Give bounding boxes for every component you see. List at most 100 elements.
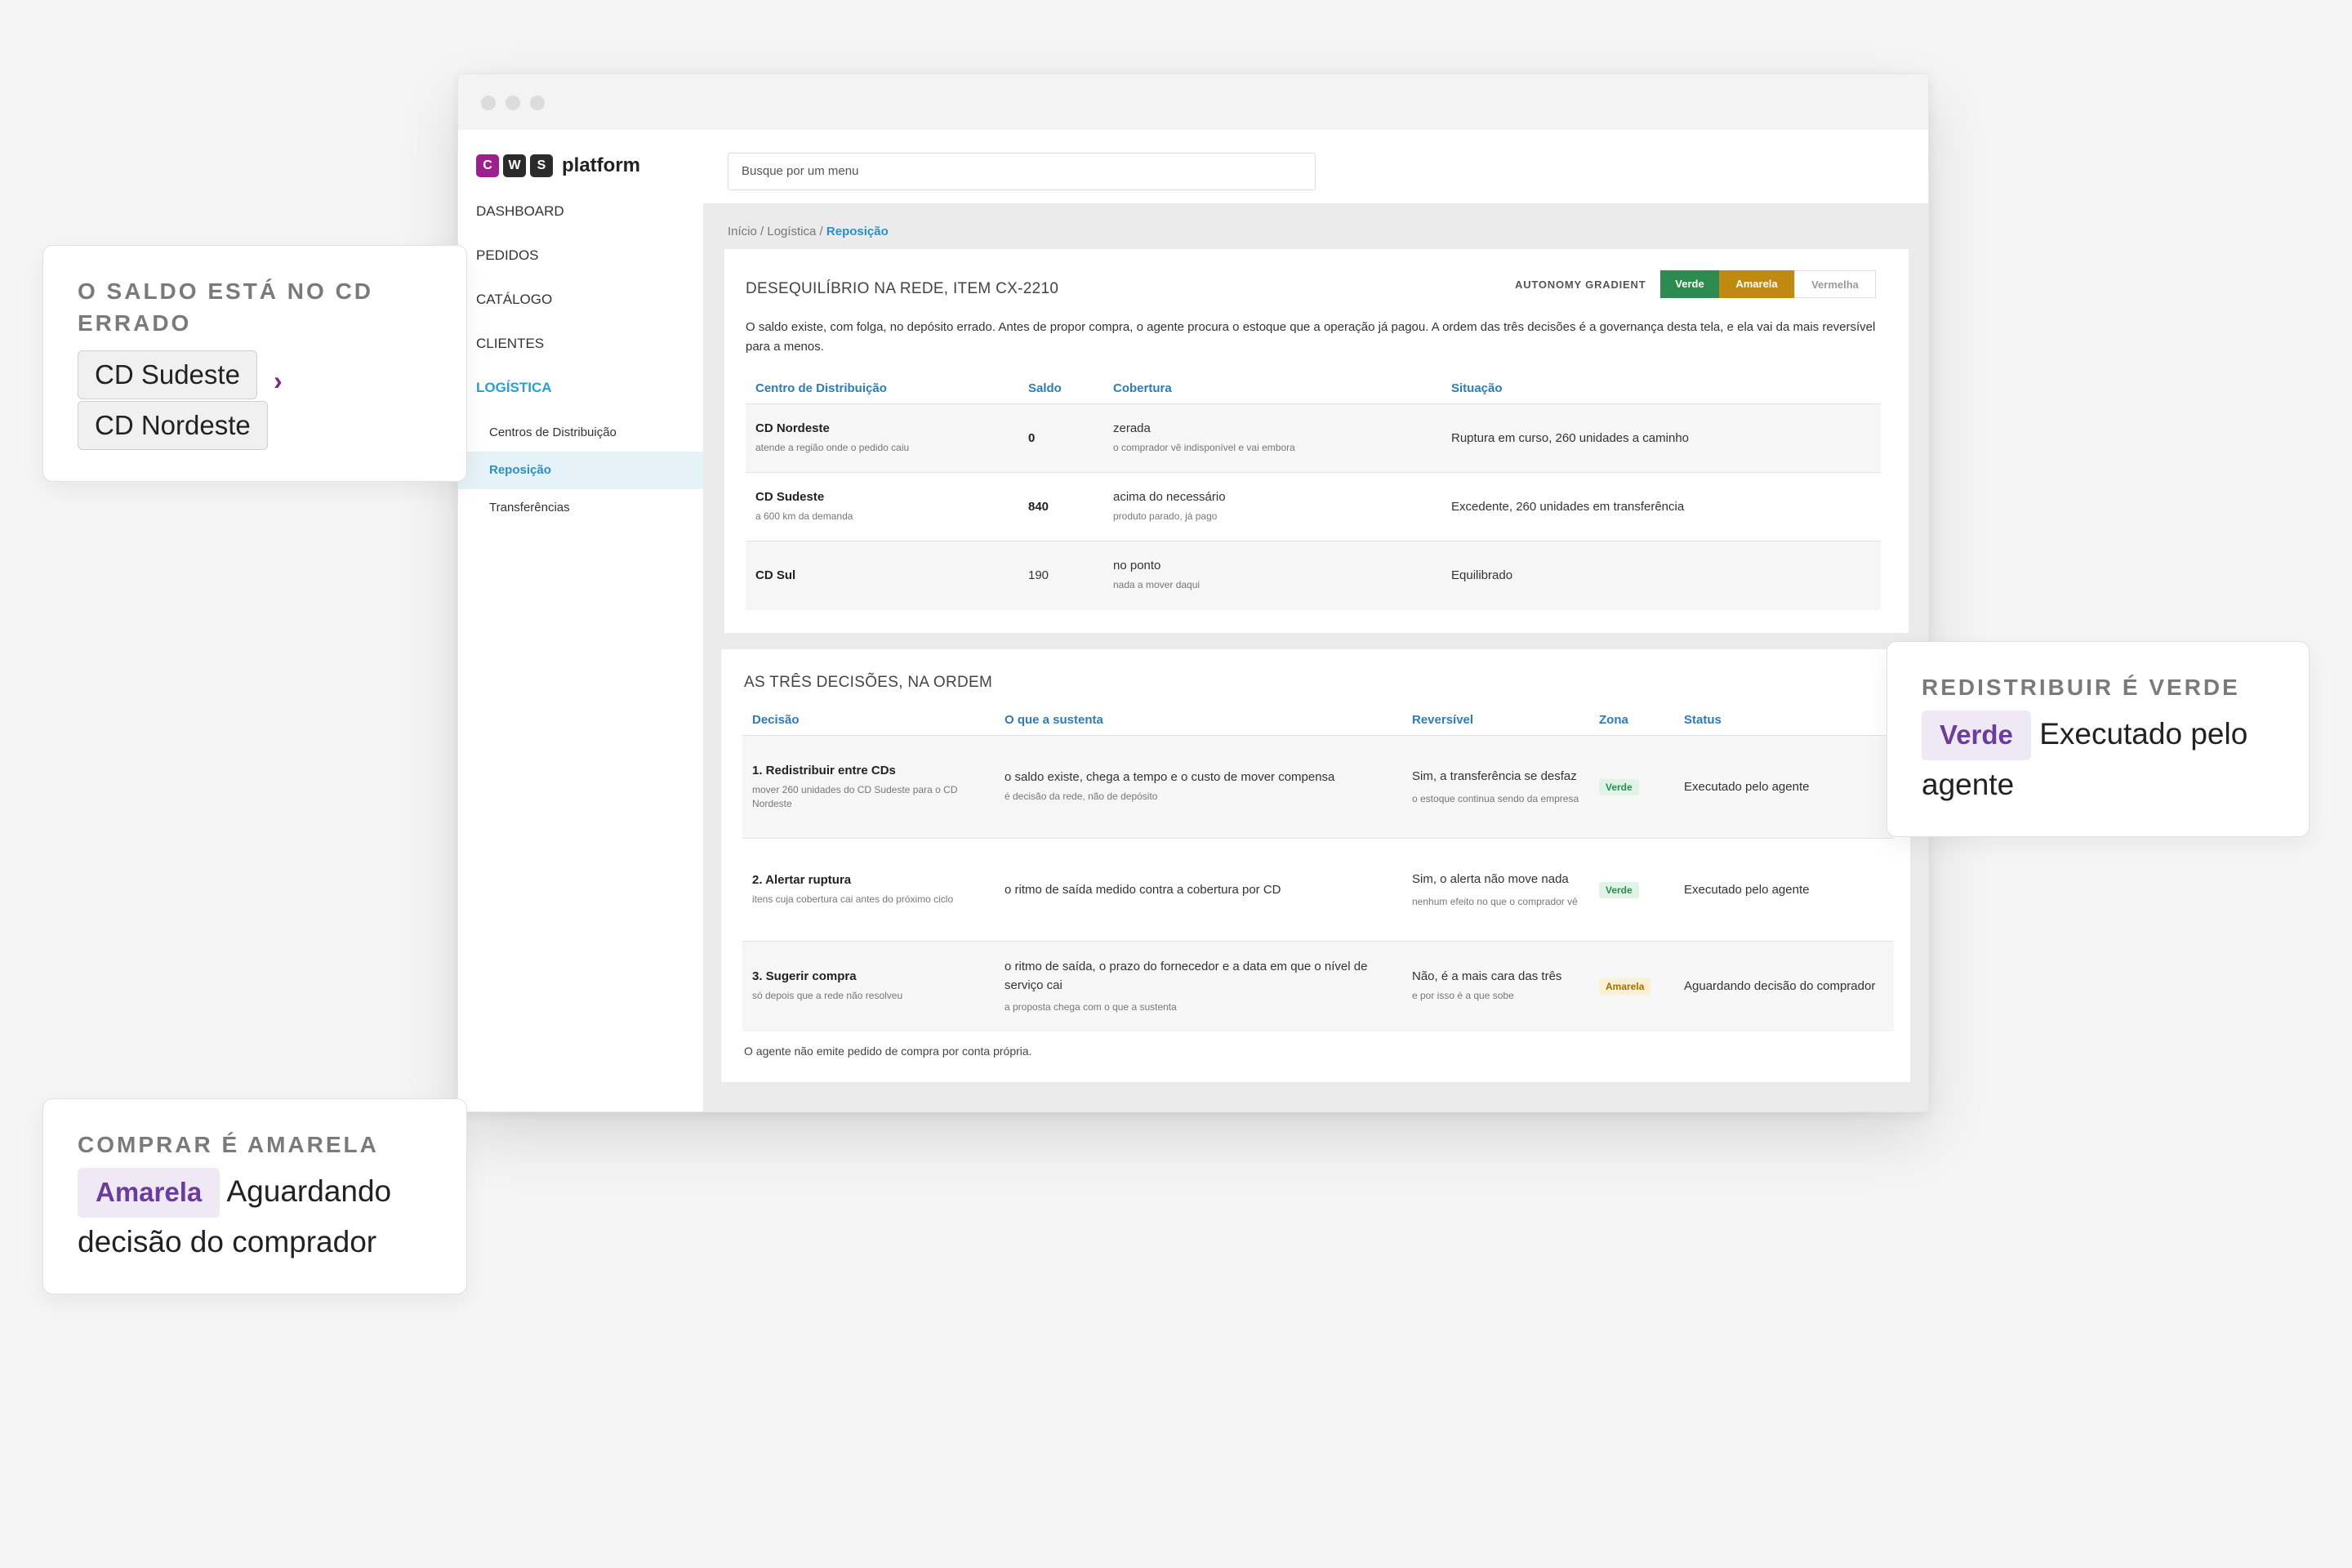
breadcrumb-current: Reposição — [826, 225, 889, 238]
table-row: CD Sul 190 no ponto nada a mover daqui Eq… — [746, 541, 1881, 610]
zona-badge: Verde — [1599, 778, 1639, 795]
decisions-title: AS TRÊS DECISÕES, NA ORDEM — [744, 674, 993, 691]
gradient-vermelha-button[interactable]: Vermelha — [1794, 270, 1876, 298]
imbalance-card: DESEQUILÍBRIO NA REDE, ITEM CX-2210 AUTO… — [724, 249, 1909, 633]
cd-name: CD Sul — [755, 568, 796, 583]
col-header-zona[interactable]: Zona — [1589, 700, 1674, 736]
sustenta-value: o ritmo de saída, o prazo do fornecedor … — [1004, 960, 1368, 992]
sidebar-subitem-reposicao[interactable]: Reposição — [489, 463, 551, 477]
decisao-name: 2. Alertar ruptura — [752, 873, 852, 888]
callout-comprar: COMPRAR É AMARELA Amarela Aguardando dec… — [42, 1098, 467, 1294]
col-header-situacao[interactable]: Situação — [1441, 368, 1881, 404]
col-header-reversivel[interactable]: Reversível — [1402, 700, 1589, 736]
reversivel-note: e por isso é a que sobe — [1412, 990, 1514, 1002]
status-value: Executado pelo agente — [1674, 735, 1894, 839]
status-value: Executado pelo agente — [1674, 838, 1894, 942]
cobertura-note: o comprador vê indisponível e vai embora — [1113, 442, 1295, 454]
decisao-name: 3. Sugerir compra — [752, 969, 857, 984]
cobertura-value: zerada — [1113, 421, 1151, 436]
table-row: CD Nordeste atende a região onde o pedido… — [746, 403, 1881, 473]
sidebar-item-clientes[interactable]: CLIENTES — [476, 336, 544, 352]
zona-badge: Amarela — [1599, 978, 1651, 995]
breadcrumb-path[interactable]: Início / Logística / — [728, 225, 826, 238]
sustenta-value: o saldo existe, chega a tempo e o custo … — [1004, 770, 1335, 785]
sidebar-subitem-centros[interactable]: Centros de Distribuição — [489, 425, 617, 439]
cobertura-value: no ponto — [1113, 559, 1161, 573]
gradient-verde-button[interactable]: Verde — [1660, 270, 1719, 298]
col-header-cobertura[interactable]: Cobertura — [1103, 368, 1441, 404]
sidebar-item-logistica[interactable]: LOGÍSTICA — [476, 380, 552, 396]
saldo-value: 190 — [1018, 541, 1103, 610]
chevron-right-icon: › — [273, 365, 283, 395]
imbalance-title: DESEQUILÍBRIO NA REDE, ITEM CX-2210 — [746, 280, 1059, 297]
zona-amarela-pill: Amarela — [78, 1168, 220, 1218]
reversivel-value: Não, é a mais cara das três — [1412, 969, 1562, 984]
zona-verde-pill: Verde — [1922, 710, 2031, 760]
window-minimize-dot[interactable] — [506, 96, 520, 110]
cobertura-value: acima do necessário — [1113, 490, 1226, 505]
callout-redistribuir-title: REDISTRIBUIR É VERDE — [1922, 675, 2240, 700]
decisao-note: mover 260 unidades do CD Sudeste para o … — [752, 783, 958, 809]
sidebar-subitem-transferencias[interactable]: Transferências — [489, 501, 570, 514]
window-close-dot[interactable] — [481, 96, 496, 110]
sustenta-note: é decisão da rede, não de depósito — [1004, 791, 1158, 803]
reversivel-value: Sim, a transferência se desfaz — [1412, 769, 1577, 784]
top-bar: Busque por um menu — [703, 130, 1928, 204]
zona-badge: Verde — [1599, 881, 1639, 898]
saldo-value: 840 — [1018, 472, 1103, 541]
sidebar: C W S platform DASHBOARD PEDIDOS CATÁLOG… — [458, 130, 703, 1111]
chip-cd-sudeste[interactable]: CD Sudeste — [78, 350, 257, 400]
imbalance-table: Centro de Distribuição Saldo Cobertura S… — [746, 368, 1881, 610]
main-content: Início / Logística / Reposição DESEQUILÍ… — [703, 203, 1928, 1111]
decisao-note: só depois que a rede não resolveu — [752, 990, 903, 1002]
decisions-footnote: O agente não emite pedido de compra por … — [744, 1044, 1032, 1058]
logo-letter-w: W — [503, 154, 526, 177]
col-header-status[interactable]: Status — [1674, 700, 1894, 736]
table-row: 3. Sugerir compra só depois que a rede nã… — [742, 941, 1894, 1031]
cobertura-note: produto parado, já pago — [1113, 510, 1218, 523]
callout-comprar-title: COMPRAR É AMARELA — [78, 1132, 379, 1157]
sidebar-item-pedidos[interactable]: PEDIDOS — [476, 247, 539, 264]
sidebar-item-dashboard[interactable]: DASHBOARD — [476, 203, 564, 220]
cobertura-note: nada a mover daqui — [1113, 579, 1200, 591]
decisao-name: 1. Redistribuir entre CDs — [752, 763, 896, 777]
decisions-card: AS TRÊS DECISÕES, NA ORDEM Decisão O que… — [721, 649, 1910, 1082]
status-value: Aguardando decisão do comprador — [1674, 941, 1894, 1031]
col-header-cd[interactable]: Centro de Distribuição — [746, 368, 1018, 404]
reversivel-note: nenhum efeito no que o comprador vê — [1412, 895, 1578, 907]
window-titlebar — [458, 74, 1928, 131]
callout-saldo-title: O SALDO ESTÁ NO CD ERRADO — [78, 278, 374, 336]
situacao-value: Excedente, 260 unidades em transferência — [1441, 472, 1881, 541]
col-header-decisao[interactable]: Decisão — [742, 700, 995, 736]
decisions-table: Decisão O que a sustenta Reversível Zona… — [742, 700, 1894, 1058]
situacao-value: Equilibrado — [1441, 541, 1881, 610]
table-row: 1. Redistribuir entre CDs mover 260 unida… — [742, 735, 1894, 839]
reversivel-note: o estoque continua sendo da empresa — [1412, 792, 1579, 804]
reversivel-value: Sim, o alerta não move nada — [1412, 872, 1569, 887]
situacao-value: Ruptura em curso, 260 unidades a caminho — [1441, 403, 1881, 473]
cd-note: atende a região onde o pedido caiu — [755, 442, 910, 454]
logo-letter-c: C — [476, 154, 499, 177]
table-row: 2. Alertar ruptura itens cuja cobertura c… — [742, 838, 1894, 942]
cd-name: CD Nordeste — [755, 421, 830, 436]
decisao-note: itens cuja cobertura cai antes do próxim… — [752, 893, 954, 906]
sustenta-note: a proposta chega com o que a sustenta — [1004, 1001, 1177, 1013]
cd-note: a 600 km da demanda — [755, 510, 853, 523]
imbalance-description: O saldo existe, com folga, no depósito e… — [746, 320, 1876, 354]
chip-cd-nordeste[interactable]: CD Nordeste — [78, 401, 268, 451]
sidebar-item-catalogo[interactable]: CATÁLOGO — [476, 292, 552, 308]
col-header-saldo[interactable]: Saldo — [1018, 368, 1103, 404]
autonomy-gradient-label: AUTONOMY GRADIENT — [1515, 278, 1646, 291]
cd-name: CD Sudeste — [755, 490, 825, 505]
search-input[interactable]: Busque por um menu — [728, 153, 1316, 190]
breadcrumb: Início / Logística / Reposição — [728, 225, 889, 238]
col-header-sustenta[interactable]: O que a sustenta — [995, 700, 1402, 736]
logo[interactable]: C W S platform — [476, 154, 640, 177]
gradient-amarela-button[interactable]: Amarela — [1719, 270, 1794, 298]
logo-letter-s: S — [530, 154, 553, 177]
sustenta-value: o ritmo de saída medido contra a cobertu… — [1004, 883, 1281, 897]
window-maximize-dot[interactable] — [530, 96, 545, 110]
browser-window: C W S platform DASHBOARD PEDIDOS CATÁLOG… — [457, 74, 1929, 1112]
callout-redistribuir: REDISTRIBUIR É VERDE Verde Executado pel… — [1886, 641, 2310, 837]
table-row: CD Sudeste a 600 km da demanda 840 acima … — [746, 472, 1881, 541]
